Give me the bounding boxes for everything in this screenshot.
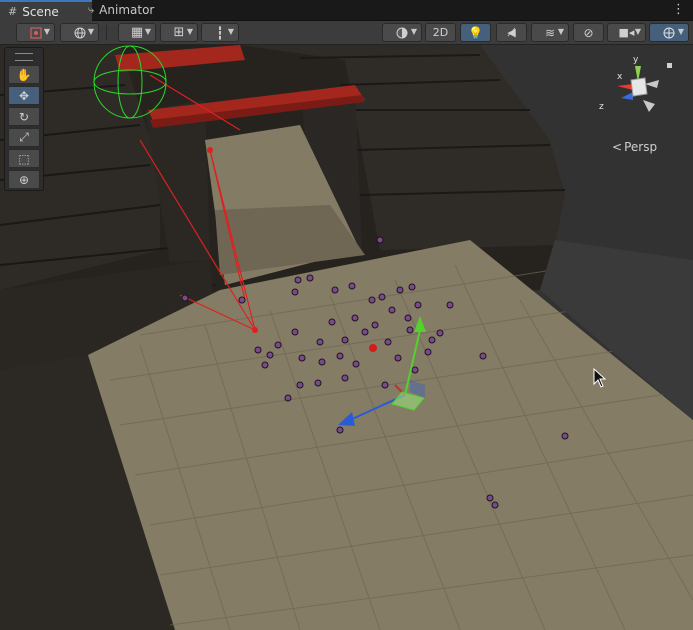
eye-slash-icon: ⊘ [583, 25, 594, 40]
projection-label: Persp [624, 140, 658, 154]
hand-tool-button[interactable]: ✋ [8, 65, 40, 84]
mode-2d-button[interactable]: 2D [425, 23, 456, 42]
draw-mode-icon [29, 26, 42, 39]
drag-handle-icon[interactable] [15, 53, 33, 61]
scale-tool-button[interactable]: ⤢ [8, 128, 40, 147]
chevron-down-icon: ▼ [227, 27, 234, 36]
chevron-down-icon: ▼ [634, 27, 641, 36]
chevron-down-icon: ▼ [186, 27, 193, 36]
lightbulb-icon: 💡 [468, 25, 483, 40]
shading-mode-button[interactable]: ▼ [382, 23, 422, 42]
move-tool-button[interactable]: ✥ [8, 86, 40, 105]
rect-tool-button[interactable]: ⬚ [8, 149, 40, 168]
tab-scene-label: Scene [22, 4, 59, 19]
audio-toggle-button[interactable]: ◀̸ [496, 23, 527, 42]
chevron-down-icon: ▼ [557, 27, 564, 36]
camera-settings-button[interactable]: ■◂ ▼ [607, 23, 646, 42]
chevron-down-icon: ▼ [677, 27, 684, 36]
scene-render [0, 45, 693, 630]
transform-tool-button[interactable]: ⊕ [8, 170, 40, 189]
scale-icon: ⤢ [19, 130, 29, 144]
rotate-tool-button[interactable]: ↻ [8, 107, 40, 126]
chevron-down-icon: ▼ [144, 27, 151, 36]
chevron-down-icon: ▼ [410, 27, 417, 36]
gizmo-z-label: z [599, 102, 604, 112]
grid-snapping-button[interactable]: ▦ ▼ [118, 23, 156, 42]
mouse-cursor-icon [593, 368, 607, 388]
align-snapping-icon: ┇ [216, 25, 224, 40]
rotate-icon: ↻ [18, 109, 30, 124]
chevron-down-icon: ▼ [87, 27, 94, 36]
move-arrows-icon: ✥ [18, 88, 30, 103]
toolbar-separator [106, 25, 107, 40]
window-tab-bar: # Scene ⤷ Animator ⋮ [0, 0, 693, 21]
tab-animator-label: Animator [99, 3, 155, 17]
grid-icon: # [8, 5, 18, 18]
layers-icon: ≋ [544, 25, 556, 40]
draw-mode-button[interactable]: ▼ [16, 23, 55, 42]
perspective-icon: < [612, 140, 623, 154]
transform-icon: ⊕ [18, 172, 30, 187]
globe-icon [74, 27, 85, 38]
gizmo-globe-icon [663, 27, 675, 38]
audio-mute-icon: ◀̸ [507, 26, 516, 39]
gizmo-x-label: x [617, 72, 623, 82]
chevron-down-icon: ▼ [43, 27, 50, 36]
scene-viewport[interactable] [0, 45, 693, 630]
hand-icon: ✋ [16, 67, 32, 82]
shading-sphere-icon [396, 27, 408, 38]
projection-toggle[interactable]: < Persp [612, 140, 657, 154]
gizmo-y-label: y [633, 55, 639, 65]
tool-palette: ✋ ✥ ↻ ⤢ ⬚ ⊕ [4, 47, 44, 191]
tab-scene[interactable]: # Scene [0, 0, 92, 21]
lighting-toggle-button[interactable]: 💡 [460, 23, 491, 42]
mode-2d-label: 2D [432, 26, 449, 39]
scene-visibility-button[interactable]: ⊘ [573, 23, 604, 42]
scene-toolbar: ▼ ▼ ▦ ▼ ⊞ ▼ ┇ ▼ ▼ 2D 💡 ◀̸ ≋ ▼ ⊘ ■◂ ▼ ▼ [0, 21, 693, 45]
more-options-icon[interactable]: ⋮ [672, 2, 685, 17]
orientation-gizmo[interactable] [605, 58, 675, 118]
align-snapping-button[interactable]: ┇ ▼ [201, 23, 239, 42]
animator-icon: ⤷ [88, 3, 95, 16]
increment-snapping-button[interactable]: ⊞ ▼ [160, 23, 198, 42]
increment-snapping-icon: ⊞ [173, 25, 185, 40]
tab-animator[interactable]: ⤷ Animator [80, 0, 162, 20]
effects-button[interactable]: ≋ ▼ [531, 23, 569, 42]
global-local-button[interactable]: ▼ [60, 23, 99, 42]
camera-icon: ■◂ [618, 26, 635, 39]
gizmos-button[interactable]: ▼ [649, 23, 689, 42]
grid-snapping-icon: ▦ [130, 25, 144, 40]
rect-transform-icon: ⬚ [18, 151, 30, 166]
